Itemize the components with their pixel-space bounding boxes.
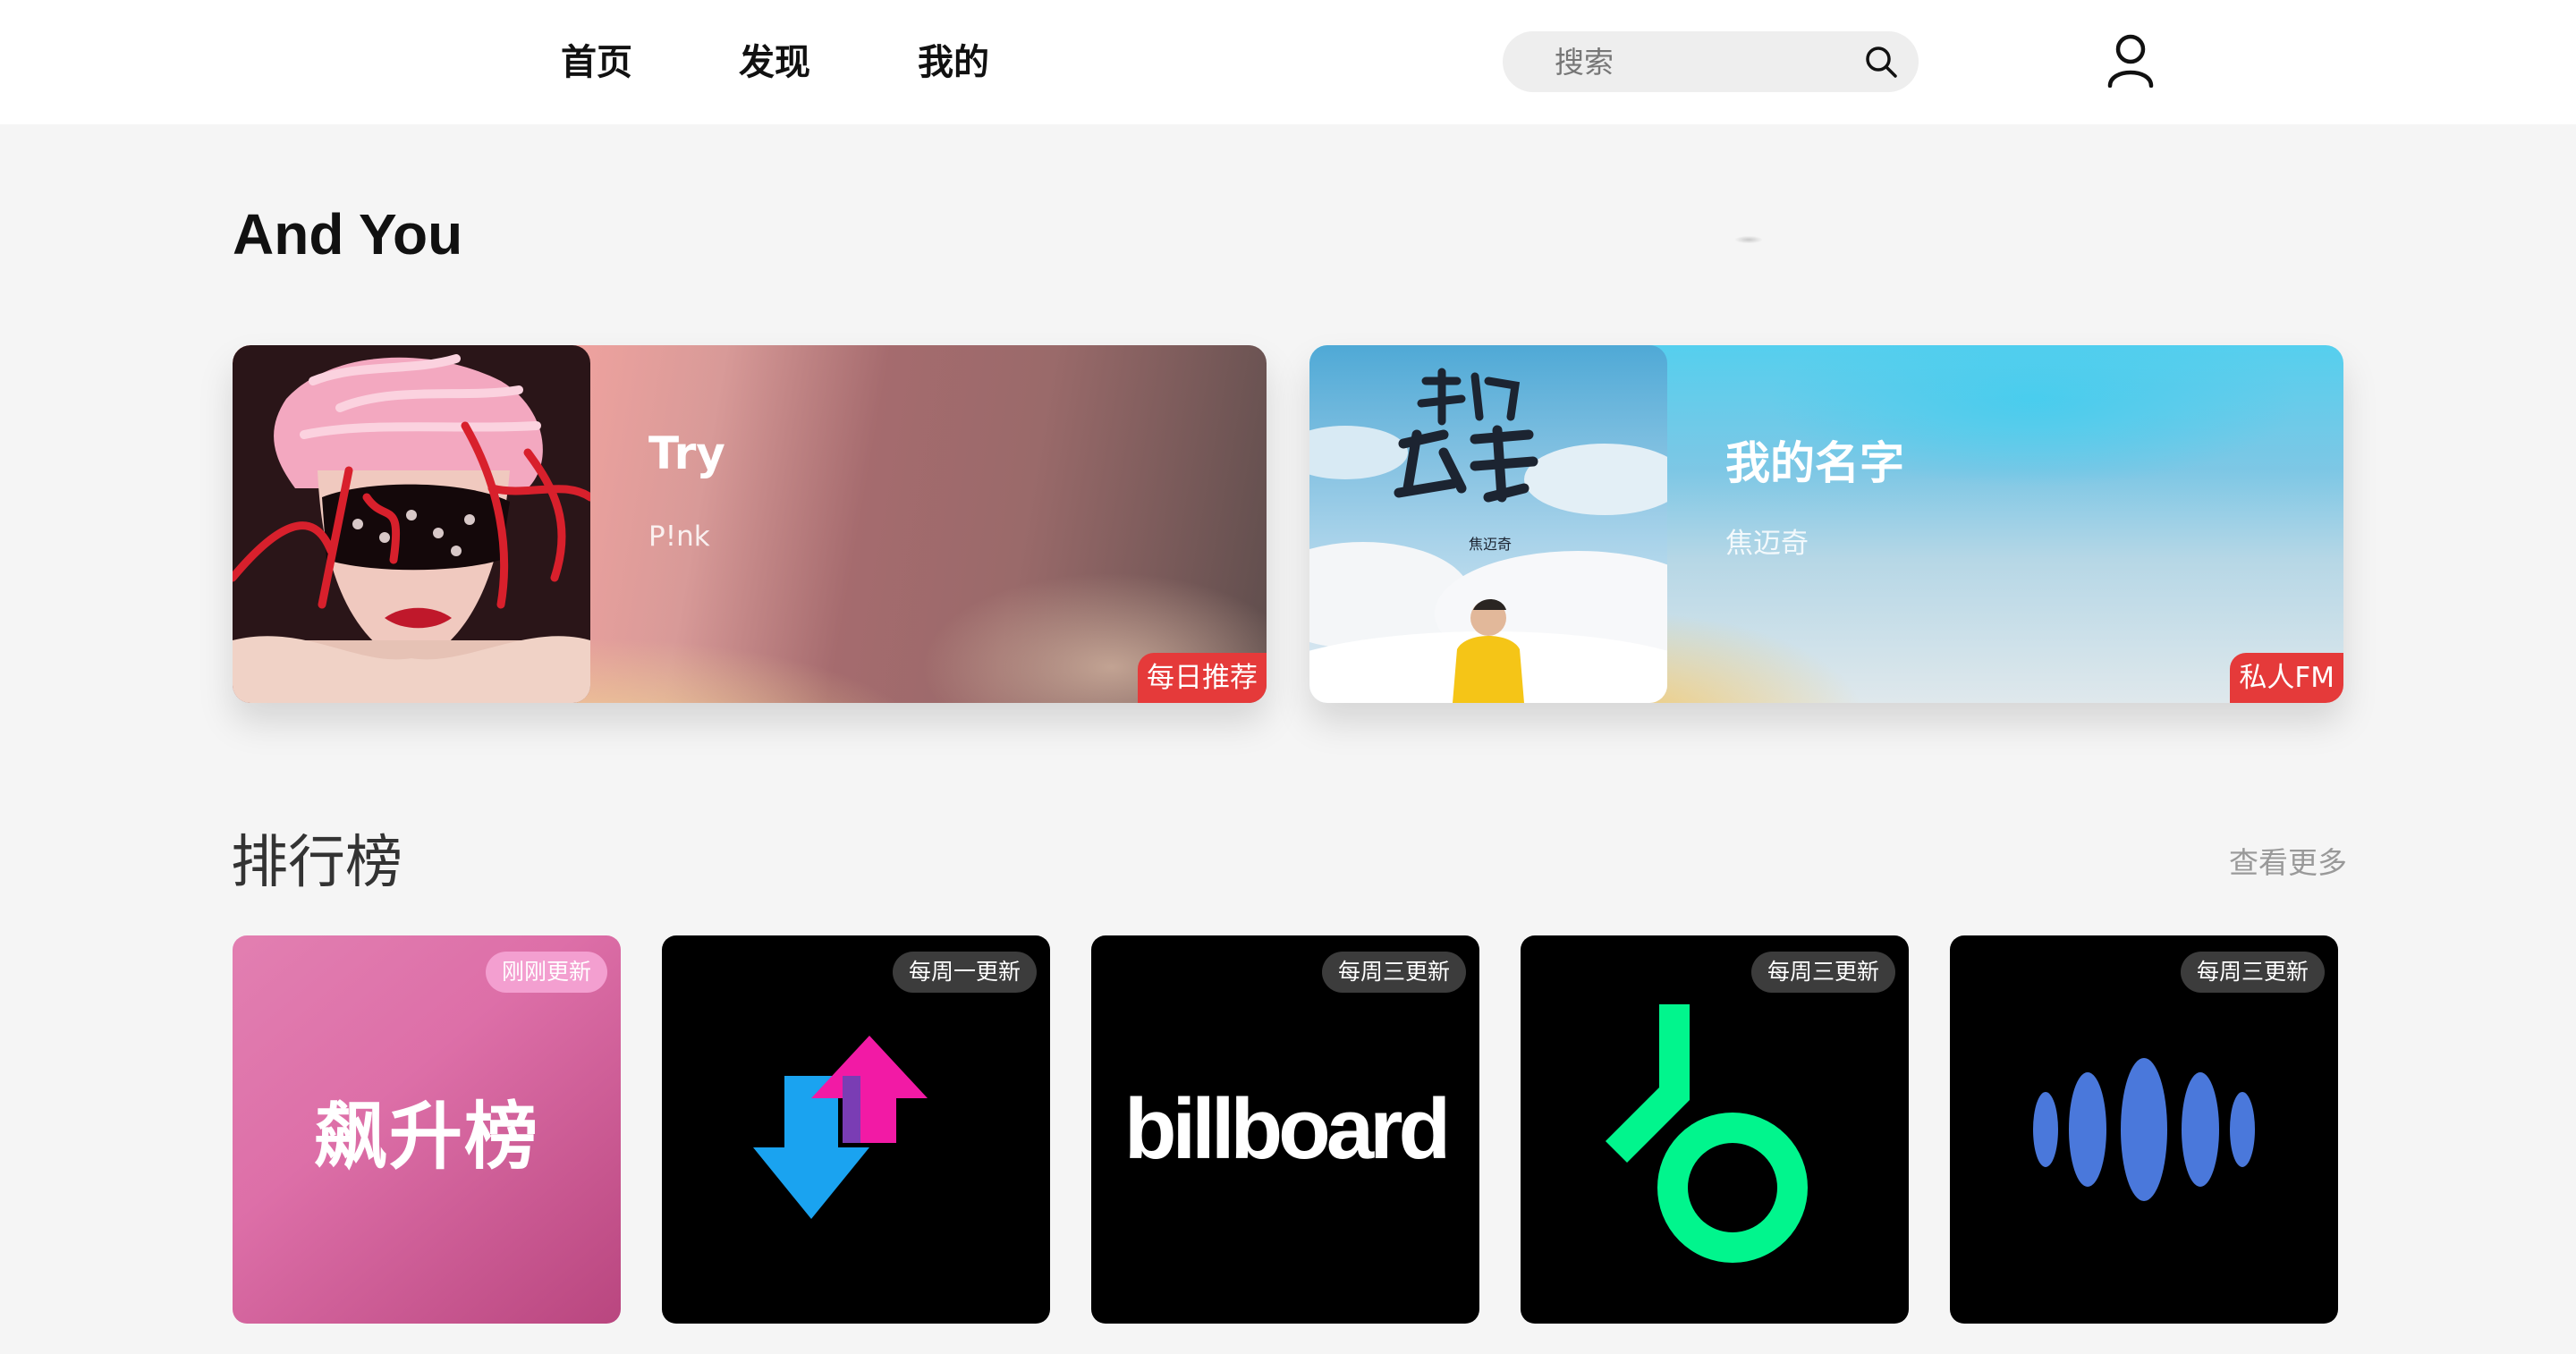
user-icon[interactable] bbox=[2106, 32, 2155, 89]
private-fm-card[interactable]: 焦迈奇 我的名字 焦迈奇 私人FM bbox=[1309, 345, 2343, 703]
billboard-logo: billboard bbox=[1123, 1081, 1451, 1177]
chart-card-soaring[interactable]: 刚刚更新 飙升榜 bbox=[233, 935, 621, 1324]
song-artist[interactable]: P!nk bbox=[648, 520, 710, 553]
song-title: 我的名字 bbox=[1725, 437, 1904, 489]
nav-discover[interactable]: 发现 bbox=[739, 36, 810, 89]
search-box bbox=[1503, 31, 1919, 92]
chart-card-weekly-arrows[interactable]: 每周一更新 bbox=[662, 935, 1050, 1324]
svg-text:焦迈奇: 焦迈奇 bbox=[1469, 536, 1512, 553]
song-artist[interactable]: 焦迈奇 bbox=[1725, 520, 1809, 561]
search-input[interactable] bbox=[1555, 31, 1841, 92]
search-icon[interactable] bbox=[1863, 44, 1899, 80]
decorative-dot bbox=[1735, 236, 1762, 243]
top-navigation-bar: 首页 发现 我的 bbox=[0, 0, 2576, 124]
nav-mine[interactable]: 我的 bbox=[918, 36, 989, 89]
for-you-title: And You bbox=[233, 202, 463, 267]
daily-recommend-badge: 每日推荐 bbox=[1138, 653, 1267, 703]
sound-wave-logo-icon bbox=[1950, 935, 2338, 1324]
chart-card-billboard[interactable]: 每周三更新 billboard bbox=[1091, 935, 1479, 1324]
song-title: Try bbox=[648, 427, 725, 479]
daily-recommend-card[interactable]: Try P!nk 每日推荐 bbox=[233, 345, 1267, 703]
chart-card-wave[interactable]: 每周三更新 bbox=[1950, 935, 2338, 1324]
private-fm-badge: 私人FM bbox=[2230, 653, 2343, 703]
chart-name: 飙升榜 bbox=[313, 1094, 539, 1180]
up-down-arrows-logo-icon bbox=[662, 935, 1050, 1324]
beatport-logo-icon bbox=[1521, 935, 1909, 1324]
chart-cover: billboard bbox=[1091, 935, 1479, 1324]
album-cover-try[interactable] bbox=[233, 345, 590, 703]
album-cover-my-name[interactable]: 焦迈奇 bbox=[1309, 345, 1667, 703]
charts-title: 排行榜 bbox=[231, 830, 402, 896]
view-more-link[interactable]: 查看更多 bbox=[2229, 841, 2347, 885]
nav-home[interactable]: 首页 bbox=[561, 36, 632, 89]
chart-cover: 飙升榜 bbox=[233, 935, 621, 1324]
chart-card-beatport[interactable]: 每周三更新 bbox=[1521, 935, 1909, 1324]
